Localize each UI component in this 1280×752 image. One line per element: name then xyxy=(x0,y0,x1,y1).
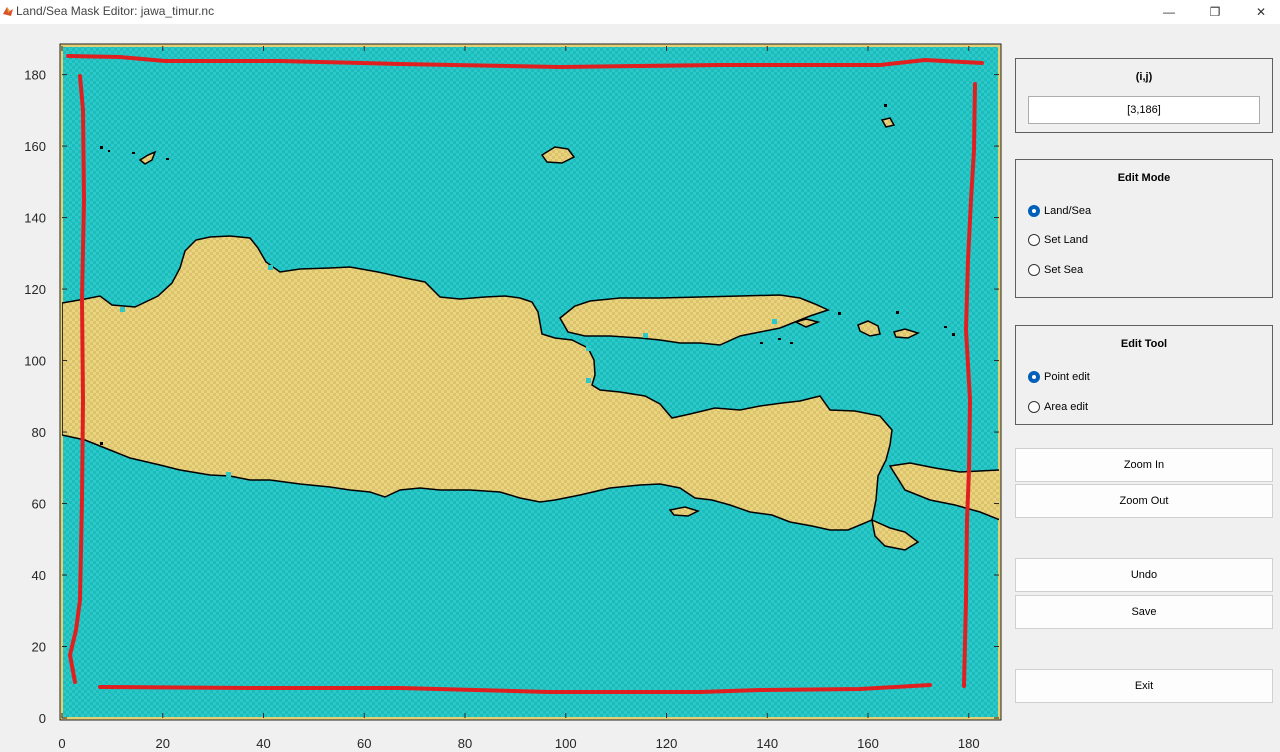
radio-set-sea[interactable]: Set Sea xyxy=(1028,261,1083,279)
x-tick-label: 140 xyxy=(756,736,778,751)
radio-set-land[interactable]: Set Land xyxy=(1028,231,1088,249)
y-tick-label: 160 xyxy=(24,139,46,154)
radio-land-sea-label: Land/Sea xyxy=(1044,205,1092,217)
edit-mode-panel: Edit Mode Land/Sea Set Land Set Sea xyxy=(1015,159,1273,298)
edit-tool-panel: Edit Tool Point edit Area edit xyxy=(1015,325,1273,425)
y-tick-label: 80 xyxy=(32,425,46,440)
x-tick-label: 60 xyxy=(357,736,371,751)
x-tick-label: 20 xyxy=(156,736,170,751)
radio-point-edit[interactable]: Point edit xyxy=(1028,368,1090,386)
exit-button[interactable]: Exit xyxy=(1015,669,1273,703)
radio-land-sea[interactable]: Land/Sea xyxy=(1028,202,1091,220)
ij-value-field: [3,186] xyxy=(1028,96,1260,124)
y-tick-label: 120 xyxy=(24,282,46,297)
edit-mode-title: Edit Mode xyxy=(1117,172,1171,184)
radio-area-edit[interactable]: Area edit xyxy=(1028,398,1088,416)
radio-point-edit-label: Point edit xyxy=(1044,371,1090,383)
y-tick-label: 180 xyxy=(24,68,46,83)
ij-panel: (i,j) [3,186] xyxy=(1015,58,1273,133)
radio-area-edit-label: Area edit xyxy=(1044,401,1089,413)
title-bar: Land/Sea Mask Editor: jawa_timur.nc — ❐ … xyxy=(0,0,1280,24)
radio-point-edit-indicator[interactable] xyxy=(1028,371,1040,383)
zoom-out-button[interactable]: Zoom Out xyxy=(1015,484,1273,518)
y-tick-label: 0 xyxy=(39,711,46,726)
radio-set-land-label: Set Land xyxy=(1044,234,1089,246)
y-tick-label: 100 xyxy=(24,354,46,369)
undo-button[interactable]: Undo xyxy=(1015,558,1273,592)
y-tick-label: 40 xyxy=(32,568,46,583)
radio-set-sea-label: Set Sea xyxy=(1044,264,1084,276)
ij-panel-title: (i,j) xyxy=(1135,71,1153,83)
x-tick-label: 100 xyxy=(555,736,577,751)
radio-set-sea-indicator[interactable] xyxy=(1028,264,1040,276)
x-tick-label: 180 xyxy=(958,736,980,751)
restore-button[interactable]: ❐ xyxy=(1192,0,1238,24)
matlab-app-icon xyxy=(3,7,13,16)
mask-map-axes[interactable]: 0 20 40 60 80 100 120 140 160 180 0 20 40 60 80 100 120… xyxy=(0,24,1010,752)
save-button[interactable]: Save xyxy=(1015,595,1273,629)
minimize-button[interactable]: — xyxy=(1146,0,1192,24)
x-tick-label: 160 xyxy=(857,736,879,751)
radio-set-land-indicator[interactable] xyxy=(1028,234,1040,246)
radio-land-sea-indicator[interactable] xyxy=(1028,205,1040,217)
x-tick-label: 80 xyxy=(458,736,472,751)
y-tick-label: 60 xyxy=(32,497,46,512)
y-tick-label: 140 xyxy=(24,211,46,226)
x-tick-label: 0 xyxy=(58,736,65,751)
y-tick-label: 20 xyxy=(32,640,46,655)
x-tick-label: 120 xyxy=(656,736,678,751)
radio-area-edit-indicator[interactable] xyxy=(1028,401,1040,413)
zoom-in-button[interactable]: Zoom In xyxy=(1015,448,1273,482)
x-tick-label: 40 xyxy=(256,736,270,751)
edit-tool-title: Edit Tool xyxy=(1120,338,1168,350)
window-title: Land/Sea Mask Editor: jawa_timur.nc xyxy=(16,4,215,18)
close-button[interactable]: ✕ xyxy=(1238,0,1280,24)
